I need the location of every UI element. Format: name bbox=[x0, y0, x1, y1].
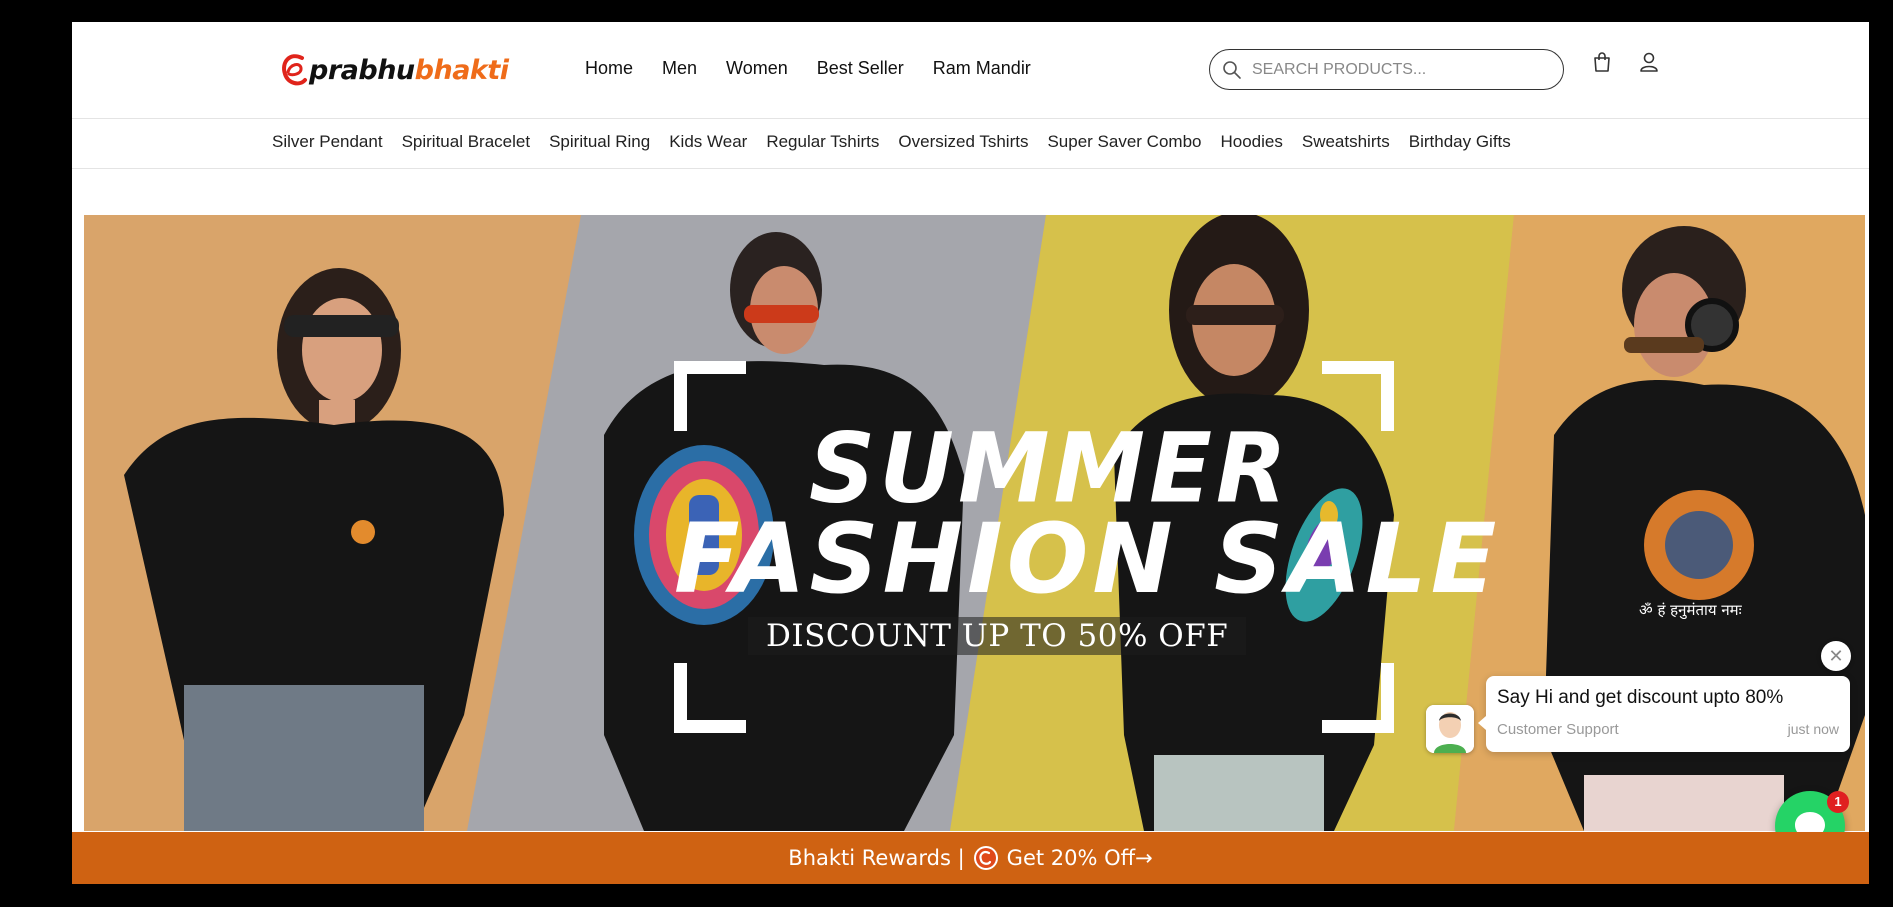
chat-sender-name: Customer Support bbox=[1497, 721, 1619, 738]
nav-women[interactable]: Women bbox=[726, 56, 788, 80]
logo-text-part1: prabhu bbox=[309, 54, 415, 86]
chat-message-bubble[interactable]: Say Hi and get discount upto 80% Custome… bbox=[1478, 676, 1850, 752]
search-box[interactable] bbox=[1209, 49, 1564, 90]
rewards-offer-link[interactable]: Get 20% Off→ bbox=[1007, 846, 1153, 870]
nav-men[interactable]: Men bbox=[662, 56, 697, 80]
category-spiritual-ring[interactable]: Spiritual Ring bbox=[549, 132, 650, 152]
rewards-bar[interactable]: Bhakti Rewards | Get 20% Off→ bbox=[72, 832, 1869, 884]
main-nav: Home Men Women Best Seller Ram Mandir bbox=[585, 56, 1060, 80]
logo-mark-icon bbox=[282, 54, 307, 86]
support-avatar-icon bbox=[1426, 705, 1474, 753]
nav-home[interactable]: Home bbox=[585, 56, 633, 80]
chat-unread-badge: 1 bbox=[1827, 791, 1849, 813]
chat-close-button[interactable]: ✕ bbox=[1821, 641, 1851, 671]
hero-title-line2: FASHION SALE bbox=[674, 503, 1501, 615]
category-sweatshirts[interactable]: Sweatshirts bbox=[1302, 132, 1390, 152]
user-icon[interactable] bbox=[1637, 50, 1661, 74]
category-list: Silver Pendant Spiritual Bracelet Spirit… bbox=[272, 132, 1530, 152]
logo-text: prabhubhakti bbox=[309, 55, 509, 86]
logo-text-part2: bhakti bbox=[414, 54, 509, 86]
category-birthday-gifts[interactable]: Birthday Gifts bbox=[1409, 132, 1511, 152]
nav-ram-mandir[interactable]: Ram Mandir bbox=[933, 56, 1031, 80]
category-regular-tshirts[interactable]: Regular Tshirts bbox=[766, 132, 879, 152]
chat-timestamp: just now bbox=[1787, 721, 1839, 737]
brand-logo[interactable]: prabhubhakti bbox=[280, 50, 509, 90]
rewards-coin-icon bbox=[973, 846, 998, 870]
device-frame: prabhubhakti Home Men Women Best Seller … bbox=[24, 0, 1869, 907]
search-icon bbox=[1223, 60, 1241, 79]
category-oversized-tshirts[interactable]: Oversized Tshirts bbox=[898, 132, 1028, 152]
rewards-label: Bhakti Rewards | bbox=[788, 846, 965, 870]
category-nav: Silver Pendant Spiritual Bracelet Spirit… bbox=[72, 118, 1869, 169]
category-spiritual-bracelet[interactable]: Spiritual Bracelet bbox=[402, 132, 531, 152]
category-kids-wear[interactable]: Kids Wear bbox=[669, 132, 747, 152]
support-avatar bbox=[1426, 705, 1474, 753]
shopping-bag-icon[interactable] bbox=[1590, 50, 1614, 74]
category-super-saver-combo[interactable]: Super Saver Combo bbox=[1047, 132, 1201, 152]
nav-best-seller[interactable]: Best Seller bbox=[817, 56, 904, 80]
site-header: prabhubhakti Home Men Women Best Seller … bbox=[72, 22, 1869, 119]
category-silver-pendant[interactable]: Silver Pendant bbox=[272, 132, 383, 152]
hero-discount-label: DISCOUNT UP TO 50% OFF bbox=[748, 617, 1247, 655]
browser-viewport: prabhubhakti Home Men Women Best Seller … bbox=[72, 22, 1869, 884]
chat-message-text: Say Hi and get discount upto 80% bbox=[1497, 687, 1784, 708]
search-input[interactable] bbox=[1250, 59, 1534, 80]
category-hoodies[interactable]: Hoodies bbox=[1220, 132, 1282, 152]
